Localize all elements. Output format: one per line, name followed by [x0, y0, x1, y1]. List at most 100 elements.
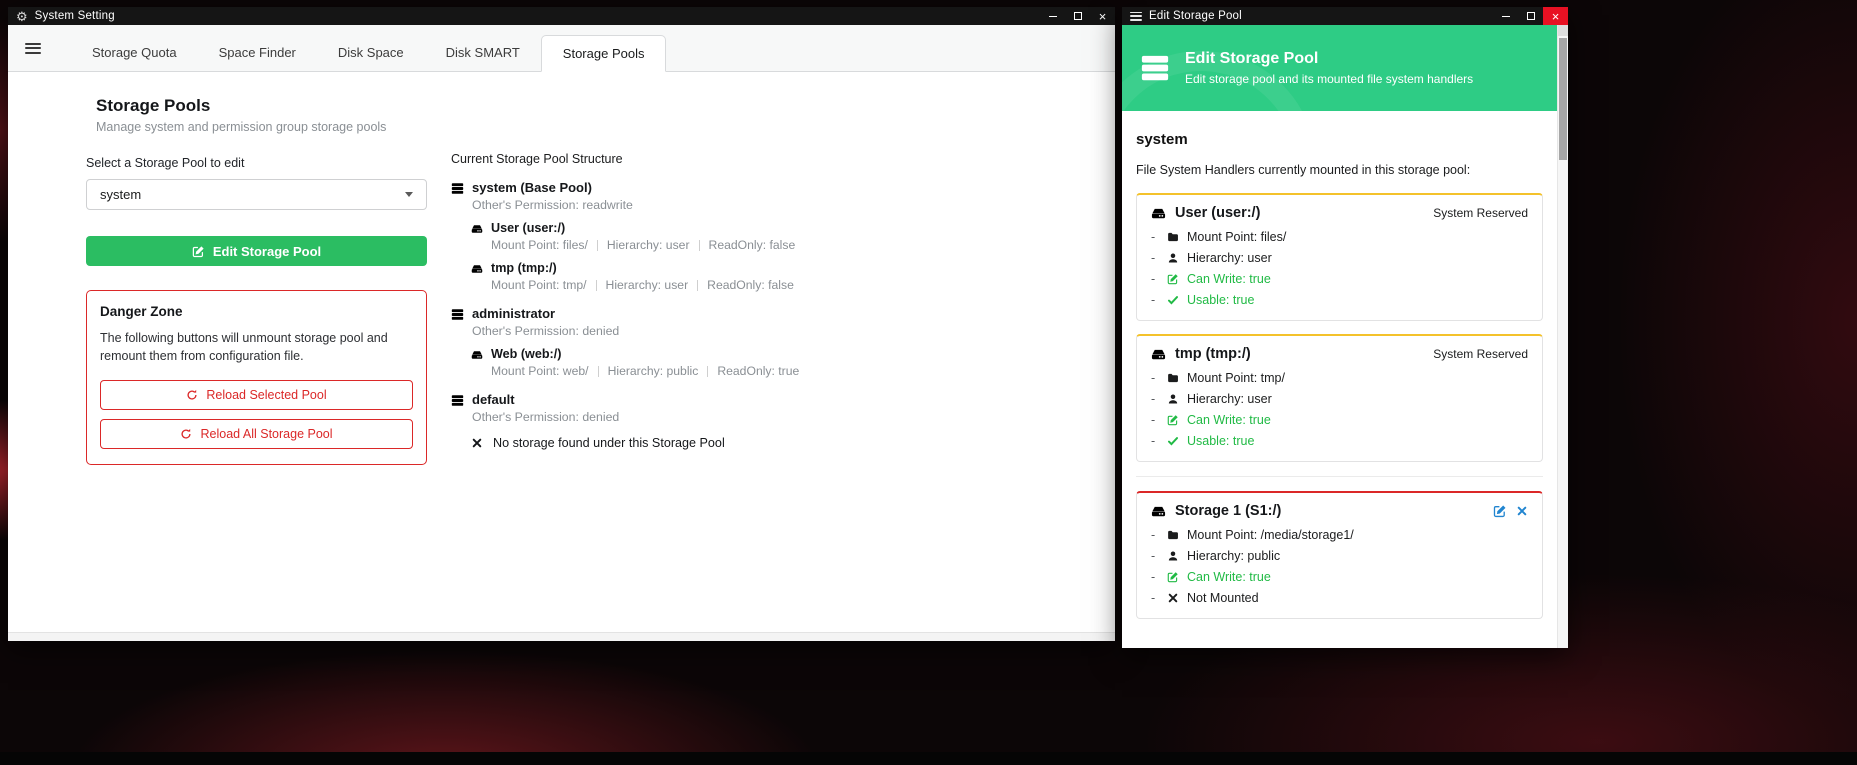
- hierarchy: Hierarchy: public: [608, 364, 699, 378]
- tab-disk-space[interactable]: Disk Space: [317, 35, 425, 71]
- pool-group-system: system (Base Pool) Other's Permission: r…: [451, 180, 1071, 292]
- folder-icon: [1167, 231, 1179, 243]
- pool-structure-column: Current Storage Pool Structure system (B…: [451, 152, 1071, 450]
- maximize-icon: [1074, 12, 1082, 20]
- maximize-button[interactable]: [1065, 7, 1090, 25]
- check-icon: [1167, 435, 1179, 447]
- menu-icon: [1130, 12, 1142, 21]
- handler-details: Mount Point: tmp/Hierarchy: userReadOnly…: [491, 278, 794, 292]
- edit-window-main: Edit Storage Pool Edit storage pool and …: [1122, 25, 1557, 648]
- pool-name: administrator: [472, 306, 619, 321]
- card-actions: [1493, 504, 1528, 518]
- server-icon: [451, 394, 464, 407]
- refresh-icon: [180, 428, 192, 440]
- minimize-button[interactable]: [1493, 7, 1518, 25]
- main-titlebar[interactable]: ⚙ System Setting ×: [8, 7, 1115, 25]
- hdd-icon: [471, 223, 483, 235]
- separator: [697, 280, 698, 291]
- tab-list: Storage Quota Space Finder Disk Space Di…: [71, 35, 666, 71]
- selected-pool-value: system: [100, 187, 141, 202]
- folder-icon: [1167, 372, 1179, 384]
- empty-pool-message: No storage found under this Storage Pool: [493, 436, 725, 450]
- window-controls: ×: [1493, 7, 1568, 25]
- property-row: Hierarchy: user: [1151, 251, 1528, 265]
- tab-space-finder[interactable]: Space Finder: [198, 35, 317, 71]
- hierarchy: Hierarchy: user: [607, 238, 690, 252]
- page-title: Storage Pools: [96, 96, 427, 116]
- hdd-icon: [1151, 206, 1166, 221]
- scrollbar-thumb[interactable]: [1559, 38, 1567, 160]
- reload-all-pool-button[interactable]: Reload All Storage Pool: [100, 419, 413, 449]
- handler-name: Storage 1 (S1:/): [1175, 503, 1281, 519]
- card-header: tmp (tmp:/) System Reserved: [1151, 346, 1528, 362]
- danger-zone-description: The following buttons will unmount stora…: [100, 329, 413, 365]
- close-button[interactable]: ×: [1090, 7, 1115, 25]
- property-text: Hierarchy: public: [1187, 549, 1280, 563]
- danger-zone-title: Danger Zone: [100, 304, 413, 319]
- tab-storage-pools[interactable]: Storage Pools: [541, 35, 667, 72]
- folder-icon: [1167, 529, 1179, 541]
- edit-handler-button[interactable]: [1493, 504, 1507, 518]
- edit-description: File System Handlers currently mounted i…: [1136, 163, 1543, 177]
- property-row: Hierarchy: public: [1151, 549, 1528, 563]
- pool-group-default: default Other's Permission: denied No st…: [451, 392, 1071, 450]
- banner-title: Edit Storage Pool: [1185, 50, 1473, 68]
- server-icon: [451, 308, 464, 321]
- select-pool-label: Select a Storage Pool to edit: [86, 156, 427, 170]
- pool-row: administrator Other's Permission: denied: [451, 306, 1071, 338]
- close-icon: ×: [1552, 10, 1560, 23]
- main-content: Storage Pools Manage system and permissi…: [8, 72, 1115, 641]
- edit-storage-pool-button[interactable]: Edit Storage Pool: [86, 236, 427, 266]
- scroll-up-button[interactable]: [1558, 25, 1568, 36]
- main-window-title: System Setting: [35, 10, 115, 22]
- handler-name: tmp (tmp:/): [491, 261, 794, 275]
- user-icon: [1167, 550, 1179, 562]
- x-icon: [1167, 592, 1179, 604]
- fs-handler-row: User (user:/) Mount Point: files/Hierarc…: [471, 221, 1071, 252]
- edit-storage-pool-button-label: Edit Storage Pool: [213, 244, 321, 259]
- handler-card-storage1: Storage 1 (S1:/): [1136, 491, 1543, 619]
- separator: [699, 240, 700, 251]
- danger-zone-card: Danger Zone The following buttons will u…: [86, 290, 427, 465]
- property-text: Mount Point: tmp/: [1187, 371, 1285, 385]
- edit-titlebar[interactable]: Edit Storage Pool ×: [1122, 7, 1568, 25]
- property-row: Mount Point: tmp/: [1151, 371, 1528, 385]
- minimize-button[interactable]: [1040, 7, 1065, 25]
- system-reserved-badge: System Reserved: [1433, 206, 1528, 220]
- server-icon: [451, 182, 464, 195]
- pool-row: system (Base Pool) Other's Permission: r…: [451, 180, 1071, 212]
- pool-row: default Other's Permission: denied: [451, 392, 1071, 424]
- readonly: ReadOnly: false: [709, 238, 796, 252]
- hdd-icon: [471, 263, 483, 275]
- property-text: Not Mounted: [1187, 591, 1259, 605]
- storage-pool-select[interactable]: system: [86, 179, 427, 210]
- minimize-icon: [1502, 16, 1510, 17]
- separator: [598, 366, 599, 377]
- maximize-button[interactable]: [1518, 7, 1543, 25]
- pool-name: default: [472, 392, 619, 407]
- tab-disk-smart[interactable]: Disk SMART: [425, 35, 541, 71]
- handler-name: tmp (tmp:/): [1175, 346, 1251, 362]
- property-row: Can Write: true: [1151, 272, 1528, 286]
- handler-name: User (user:/): [491, 221, 795, 235]
- desktop: ⚙ System Setting × Storage Quota Space F…: [0, 0, 1857, 765]
- property-row: Usable: true: [1151, 293, 1528, 307]
- property-text: Can Write: true: [1187, 570, 1271, 584]
- remove-handler-button[interactable]: [1516, 505, 1528, 517]
- refresh-icon: [186, 389, 198, 401]
- tab-storage-quota[interactable]: Storage Quota: [71, 35, 198, 71]
- reload-selected-pool-button[interactable]: Reload Selected Pool: [100, 380, 413, 410]
- menu-icon[interactable]: [25, 43, 41, 54]
- fs-handler-row: Web (web:/) Mount Point: web/Hierarchy: …: [471, 347, 1071, 378]
- handler-name: User (user:/): [1175, 205, 1260, 221]
- edit-icon: [1167, 571, 1179, 583]
- close-button[interactable]: ×: [1543, 7, 1568, 25]
- handler-card-user: User (user:/) System Reserved Mount Poin…: [1136, 193, 1543, 321]
- banner-subtitle: Edit storage pool and its mounted file s…: [1185, 72, 1473, 86]
- property-row: Mount Point: /media/storage1/: [1151, 528, 1528, 542]
- handler-cards: User (user:/) System Reserved Mount Poin…: [1136, 193, 1543, 619]
- pool-permission: Other's Permission: denied: [472, 324, 619, 338]
- pool-children: User (user:/) Mount Point: files/Hierarc…: [471, 221, 1071, 292]
- scrollbar[interactable]: [1557, 25, 1568, 648]
- close-icon: ×: [1099, 10, 1107, 23]
